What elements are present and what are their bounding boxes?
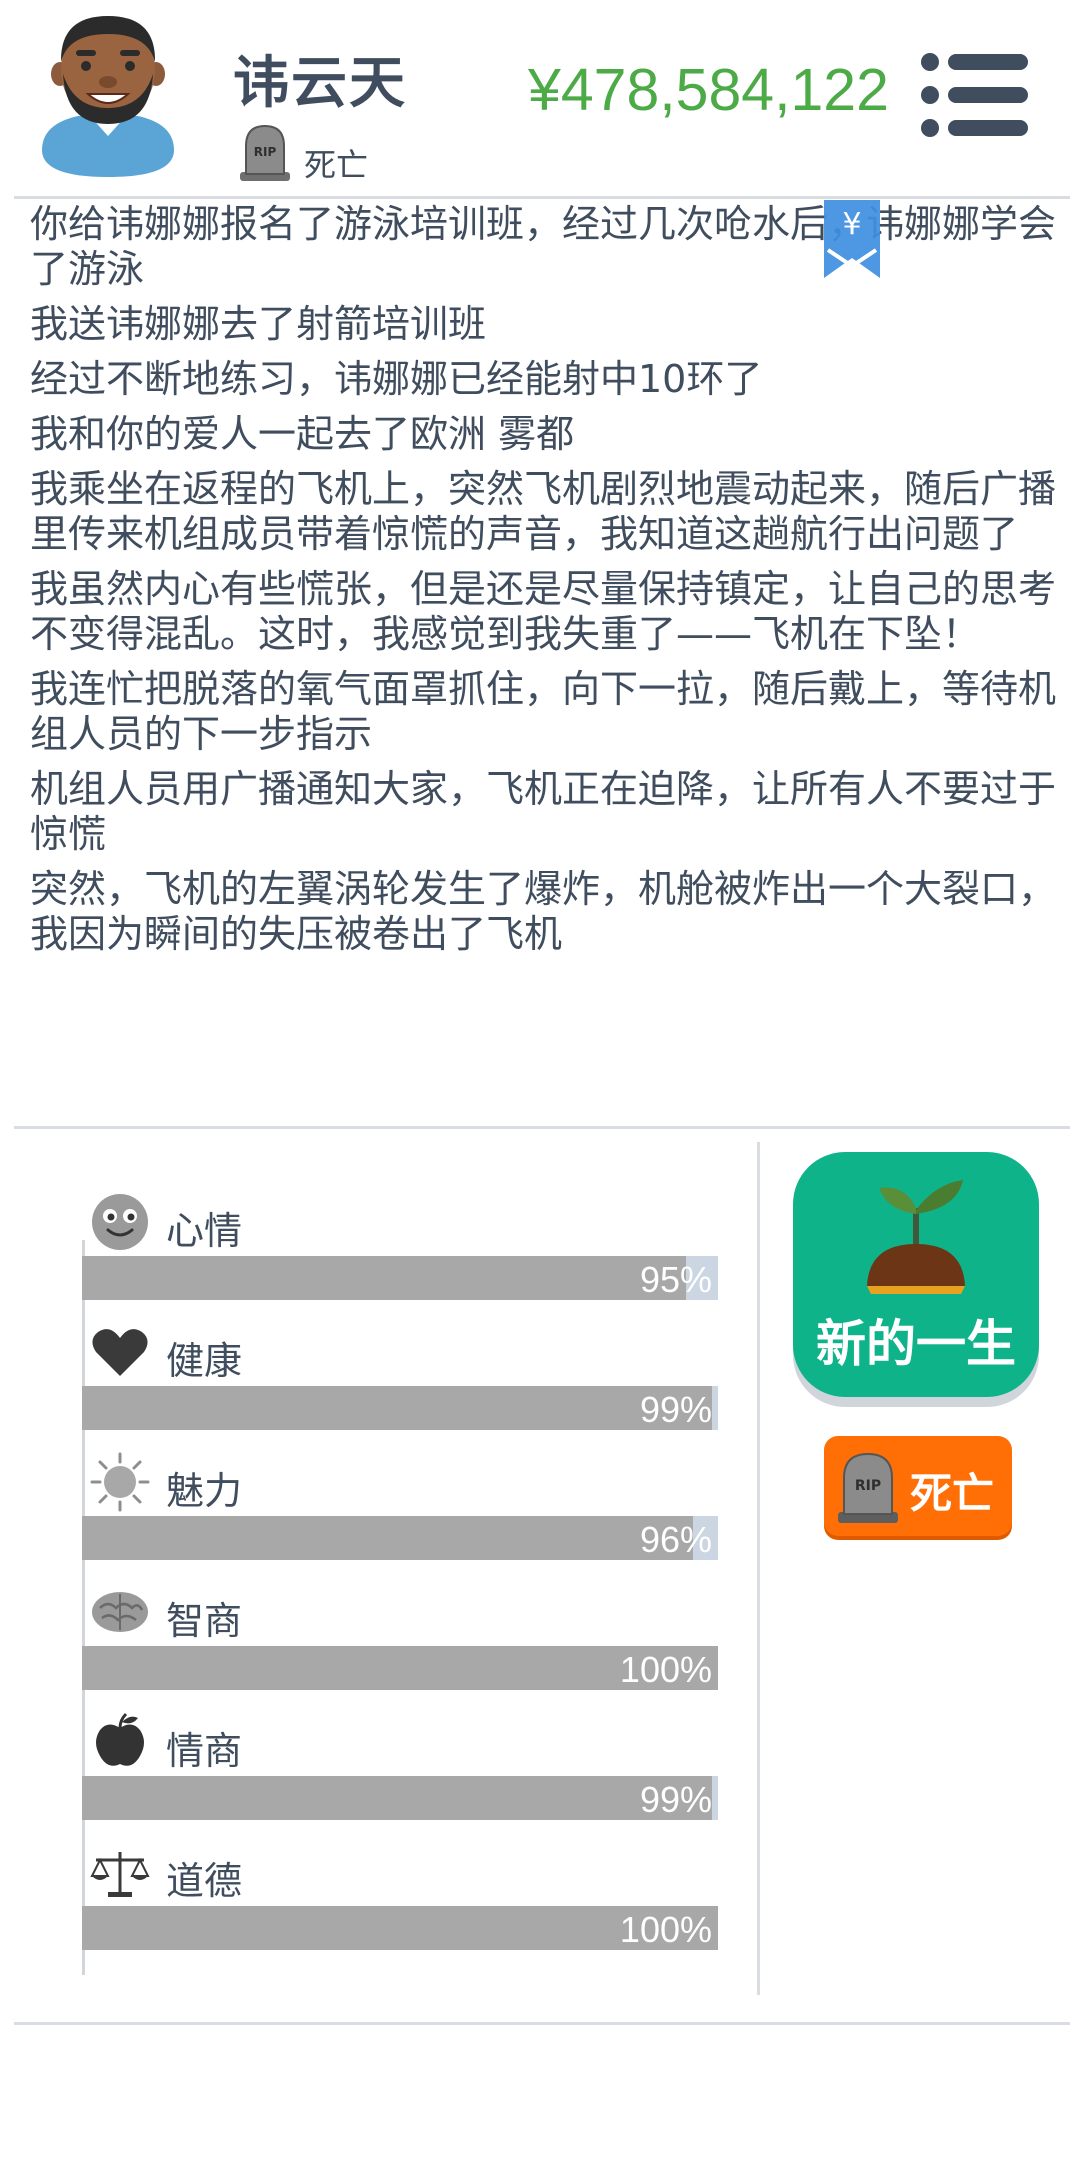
log-entry: 你给讳娜娜报名了游泳培训班，经过几次呛水后，讳娜娜学会了游泳 xyxy=(30,202,1057,291)
stat-label: 健康 xyxy=(166,1339,243,1383)
stat-label: 道德 xyxy=(166,1859,243,1903)
stat-bar: 100% xyxy=(82,1646,718,1690)
bookmark-icon[interactable]: ¥ xyxy=(824,200,880,278)
header-divider xyxy=(14,196,1070,199)
log-entry: 我送讳娜娜去了射箭培训班 xyxy=(30,302,487,346)
log-entry: 突然，飞机的左翼涡轮发生了爆炸，机舱被炸出一个大裂口，我因为瞬间的失压被卷出了飞… xyxy=(30,867,1057,956)
svg-text:RIP: RIP xyxy=(254,145,277,159)
smiley-face-icon xyxy=(92,1194,148,1250)
stat-charm: 魅力 96% xyxy=(82,1436,722,1566)
stat-bar-fill xyxy=(82,1776,712,1820)
stat-value: 100% xyxy=(619,1649,712,1690)
svg-text:¥: ¥ xyxy=(842,207,861,242)
apple-icon xyxy=(96,1712,144,1766)
stat-iq: 智商 100% xyxy=(82,1566,722,1696)
stat-mood: 心情 95% xyxy=(82,1176,722,1306)
stat-bar-fill xyxy=(82,1516,693,1560)
event-log: 你给讳娜娜报名了游泳培训班，经过几次呛水后，讳娜娜学会了游泳 我送讳娜娜去了射箭… xyxy=(30,202,1060,967)
avatar xyxy=(42,16,174,177)
svg-text:RIP: RIP xyxy=(855,1478,881,1494)
log-entry: 我乘坐在返程的飞机上，突然飞机剧烈地震动起来，随后广播里传来机组成员带着惊慌的声… xyxy=(30,467,1057,556)
stat-value: 99% xyxy=(639,1779,712,1820)
brain-icon xyxy=(92,1592,148,1632)
stat-morality: 道德 100% xyxy=(82,1826,722,1956)
stat-bar: 96% xyxy=(82,1516,718,1560)
log-entry: 机组人员用广播通知大家，飞机正在迫降，让所有人不要过于惊慌 xyxy=(30,767,1057,856)
stat-value: 96% xyxy=(639,1519,712,1560)
stat-bar: 99% xyxy=(82,1386,718,1430)
balance-scale-icon xyxy=(90,1852,150,1897)
player-name: 讳云天 xyxy=(233,51,407,116)
sun-icon xyxy=(90,1452,150,1512)
sprout-icon xyxy=(867,1180,965,1294)
header: 讳云天 RIP 死亡 ¥478,584,122 xyxy=(0,0,1080,198)
stat-label: 心情 xyxy=(166,1209,243,1253)
stat-value: 95% xyxy=(639,1259,712,1300)
new-life-label: 新的一生 xyxy=(816,1315,1016,1373)
stat-bar-fill xyxy=(82,1256,687,1300)
panel-divider xyxy=(757,1142,760,1995)
stat-bar-fill xyxy=(82,1386,712,1430)
stat-health: 健康 99% xyxy=(82,1306,722,1436)
log-entry: 我和你的爱人一起去了欧洲 雾都 xyxy=(30,412,575,456)
stat-value: 100% xyxy=(619,1909,712,1950)
bottom-divider xyxy=(14,2022,1070,2025)
tombstone-icon: RIP xyxy=(838,1452,898,1523)
status-text: 死亡 xyxy=(304,146,369,184)
stat-label: 情商 xyxy=(166,1729,243,1773)
log-entry: 我虽然内心有些慌张，但是还是尽量保持镇定，让自己的思考不变得混乱。这时，我感觉到… xyxy=(30,567,1057,656)
death-label: 死亡 xyxy=(910,1469,995,1518)
log-entry: 经过不断地练习，讳娜娜已经能射中10环了 xyxy=(30,357,763,401)
stats-panel: 心情 95% 健康 99% 魅力 96% 智商 100% 情商 99% 道德 1… xyxy=(82,1176,722,1956)
money-balance: ¥478,584,122 xyxy=(528,57,889,123)
stat-label: 魅力 xyxy=(166,1469,243,1513)
new-life-button[interactable]: 新的一生 xyxy=(793,1152,1039,1397)
section-divider xyxy=(14,1126,1070,1129)
log-entry: 我连忙把脱落的氧气面罩抓住，向下一拉，随后戴上，等待机组人员的下一步指示 xyxy=(30,667,1057,756)
stat-value: 99% xyxy=(639,1389,712,1430)
stat-eq: 情商 99% xyxy=(82,1696,722,1826)
death-button[interactable]: RIP 死亡 xyxy=(824,1436,1012,1536)
stat-label: 智商 xyxy=(166,1599,243,1643)
tombstone-icon: RIP xyxy=(240,124,290,181)
stat-bar: 99% xyxy=(82,1776,718,1820)
heart-icon xyxy=(92,1329,148,1376)
stat-bar: 100% xyxy=(82,1906,718,1950)
menu-icon[interactable] xyxy=(920,52,1030,138)
stat-bar: 95% xyxy=(82,1256,718,1300)
